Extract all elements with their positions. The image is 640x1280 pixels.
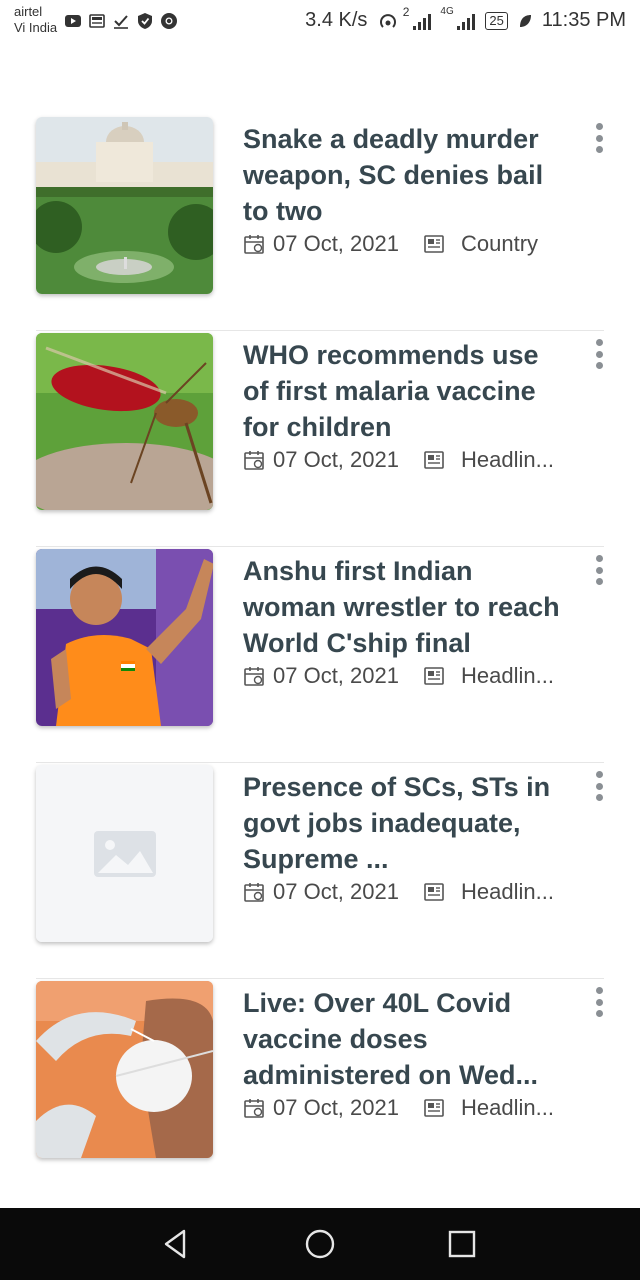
- recents-icon[interactable]: [444, 1226, 480, 1262]
- home-icon[interactable]: [302, 1226, 338, 1262]
- article-item[interactable]: Live: Over 40L Covid vaccine doses admin…: [36, 979, 604, 1194]
- article-thumbnail[interactable]: [36, 981, 213, 1158]
- newspaper-icon: [424, 235, 444, 253]
- calendar-icon: [244, 667, 264, 686]
- more-options-icon[interactable]: [594, 339, 604, 369]
- calendar-icon: [244, 451, 264, 470]
- article-date: 07 Oct, 2021: [273, 447, 399, 472]
- check-icon: [114, 15, 128, 29]
- mosquito-image: [36, 333, 213, 510]
- network-type-label: 4G: [440, 5, 454, 17]
- article-title[interactable]: Live: Over 40L Covid vaccine doses admin…: [243, 985, 563, 1093]
- more-options-icon[interactable]: [594, 555, 604, 585]
- article-thumbnail[interactable]: [36, 765, 213, 942]
- article-title[interactable]: Snake a deadly murder weapon, SC denies …: [243, 121, 563, 229]
- article-item[interactable]: Anshu first Indian woman wrestler to rea…: [36, 547, 604, 763]
- article-list: Snake a deadly murder weapon, SC denies …: [36, 115, 604, 1194]
- covid-test-image: [36, 981, 213, 1158]
- article-thumbnail[interactable]: [36, 549, 213, 726]
- notification-icons: [64, 12, 178, 30]
- image-placeholder-icon: [36, 765, 213, 942]
- leaf-icon: [519, 14, 531, 27]
- article-category[interactable]: Headlin...: [461, 447, 554, 473]
- signal-2-icon: 4G: [440, 6, 476, 30]
- status-right: 3.4 K/s 2 4G 25 11:35 PM: [305, 5, 626, 32]
- more-options-icon[interactable]: [594, 987, 604, 1017]
- shield-icon: [138, 13, 152, 29]
- chrome-icon: [161, 13, 177, 29]
- hotspot-icon: 2: [377, 5, 409, 31]
- more-options-icon[interactable]: [594, 771, 604, 801]
- calendar-icon: [244, 235, 264, 254]
- newspaper-icon: [424, 1099, 444, 1117]
- status-bar: airtel Vi India 3.4 K/s 2 4G 25 11:35 PM: [0, 0, 640, 46]
- article-category[interactable]: Headlin...: [461, 879, 554, 905]
- article-thumbnail[interactable]: [36, 333, 213, 510]
- more-options-icon[interactable]: [594, 123, 604, 153]
- newspaper-icon: [424, 667, 444, 685]
- article-meta: 07 Oct, 2021 Headlin...: [243, 447, 554, 473]
- article-category[interactable]: Headlin...: [461, 663, 554, 689]
- article-item[interactable]: WHO recommends use of first malaria vacc…: [36, 331, 604, 547]
- article-title[interactable]: Presence of SCs, STs in govt jobs inadeq…: [243, 769, 563, 877]
- battery-level: 25: [489, 12, 504, 28]
- supreme-court-image: [36, 117, 213, 294]
- network-speed: 3.4 K/s: [305, 9, 368, 31]
- back-icon[interactable]: [158, 1226, 194, 1262]
- news-icon: [89, 14, 105, 28]
- article-meta: 07 Oct, 2021 Headlin...: [243, 663, 554, 689]
- article-thumbnail[interactable]: [36, 117, 213, 294]
- article-title[interactable]: WHO recommends use of first malaria vacc…: [243, 337, 563, 445]
- newspaper-icon: [424, 451, 444, 469]
- article-date: 07 Oct, 2021: [273, 1095, 399, 1120]
- article-date: 07 Oct, 2021: [273, 879, 399, 904]
- article-category[interactable]: Headlin...: [461, 1095, 554, 1121]
- youtube-icon: [65, 15, 81, 27]
- battery-icon: 25: [485, 11, 508, 30]
- article-meta: 07 Oct, 2021 Headlin...: [243, 879, 554, 905]
- article-date: 07 Oct, 2021: [273, 231, 399, 256]
- wrestler-image: [36, 549, 213, 726]
- article-item[interactable]: Snake a deadly murder weapon, SC denies …: [36, 115, 604, 331]
- hotspot-badge: 2: [402, 4, 410, 19]
- carrier-2: Vi India: [14, 20, 58, 35]
- clock: 11:35 PM: [541, 9, 626, 31]
- article-meta: 07 Oct, 2021 Country: [243, 231, 538, 257]
- signal-1-icon: [413, 12, 432, 30]
- carrier-label: airtel Vi India: [14, 4, 57, 36]
- article-meta: 07 Oct, 2021 Headlin...: [243, 1095, 554, 1121]
- carrier-1: airtel: [14, 4, 43, 19]
- article-title[interactable]: Anshu first Indian woman wrestler to rea…: [243, 553, 563, 661]
- newspaper-icon: [424, 883, 444, 901]
- calendar-icon: [244, 883, 264, 902]
- article-item[interactable]: Presence of SCs, STs in govt jobs inadeq…: [36, 763, 604, 979]
- calendar-icon: [244, 1099, 264, 1118]
- article-date: 07 Oct, 2021: [273, 663, 399, 688]
- navigation-bar: [0, 1208, 640, 1280]
- article-category[interactable]: Country: [461, 231, 538, 257]
